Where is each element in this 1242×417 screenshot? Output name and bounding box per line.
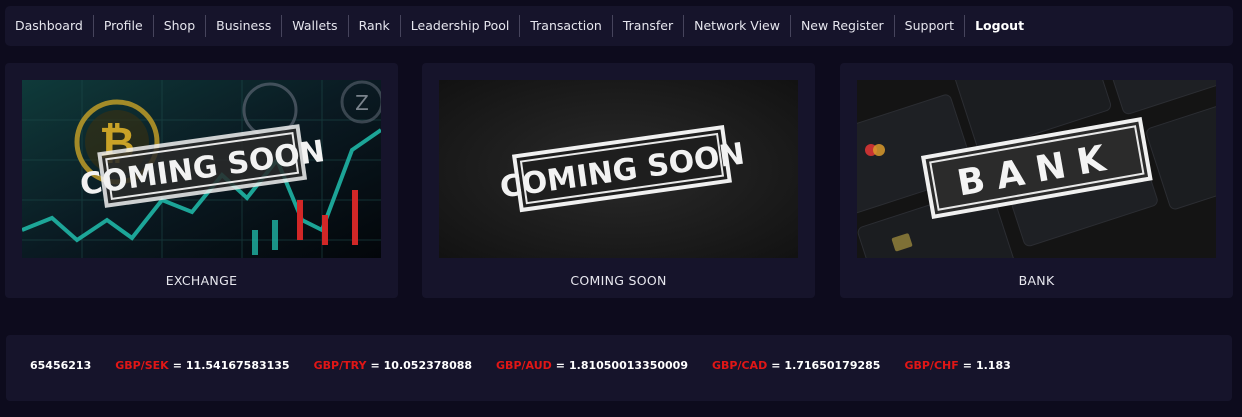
nav-shop[interactable]: Shop <box>154 15 207 37</box>
ticker-pair: GBP/AUD <box>496 359 552 372</box>
ticker-pair: GBP/CAD <box>711 359 768 372</box>
ticker-rate: 11.54167583135 <box>185 359 290 372</box>
ticker-rate: 10.052378088 <box>383 359 473 372</box>
top-navigation: Dashboard Profile Shop Business Wallets … <box>5 6 1233 46</box>
ticker-pair: GBP/TRY <box>313 359 367 372</box>
bank-image: BANK <box>857 80 1216 258</box>
nav-transaction[interactable]: Transaction <box>520 15 613 37</box>
exchange-label: EXCHANGE <box>165 273 238 288</box>
bank-card[interactable]: BANK BANK <box>840 63 1233 298</box>
nav-new-register[interactable]: New Register <box>791 15 895 37</box>
mastercard-icon <box>865 144 885 156</box>
nav-profile[interactable]: Profile <box>94 15 154 37</box>
nav-transfer[interactable]: Transfer <box>613 15 685 37</box>
nav-business[interactable]: Business <box>206 15 283 37</box>
nav-leadership-pool[interactable]: Leadership Pool <box>401 15 521 37</box>
nav-rank[interactable]: Rank <box>349 15 401 37</box>
ticker-rate: 1.1830071014 <box>975 359 1011 372</box>
ticker-rate: 1.81050013350009 <box>568 359 688 372</box>
coming-soon-card[interactable]: COMING SOON COMING SOON <box>422 63 815 298</box>
nav-logout[interactable]: Logout <box>965 15 1034 37</box>
nav-wallets[interactable]: Wallets <box>282 15 349 37</box>
nav-dashboard[interactable]: Dashboard <box>5 15 94 37</box>
ticker-rate: 1.71650179285 <box>784 359 881 372</box>
ticker-lead-value: 65456213 <box>30 359 92 372</box>
nav-support[interactable]: Support <box>895 15 966 37</box>
currency-ticker: 65456213 GBP/SEK = 11.54167583135 GBP/TR… <box>6 335 1232 401</box>
bank-label: BANK <box>1018 273 1055 288</box>
coming-soon-label: COMING SOON <box>570 273 667 288</box>
ticker-pair: GBP/SEK <box>115 359 169 372</box>
ticker-row: 65456213 GBP/SEK = 11.54167583135 GBP/TR… <box>30 359 1011 372</box>
coming-soon-image: COMING SOON <box>439 80 798 258</box>
ticker-pair: GBP/CHF <box>904 359 959 372</box>
exchange-card[interactable]: ₿ Z COMING SOON EXCHANGE <box>5 63 398 298</box>
nav-network-view[interactable]: Network View <box>684 15 791 37</box>
svg-text:Z: Z <box>355 91 369 115</box>
exchange-image: ₿ Z COMING SOON <box>22 80 381 258</box>
